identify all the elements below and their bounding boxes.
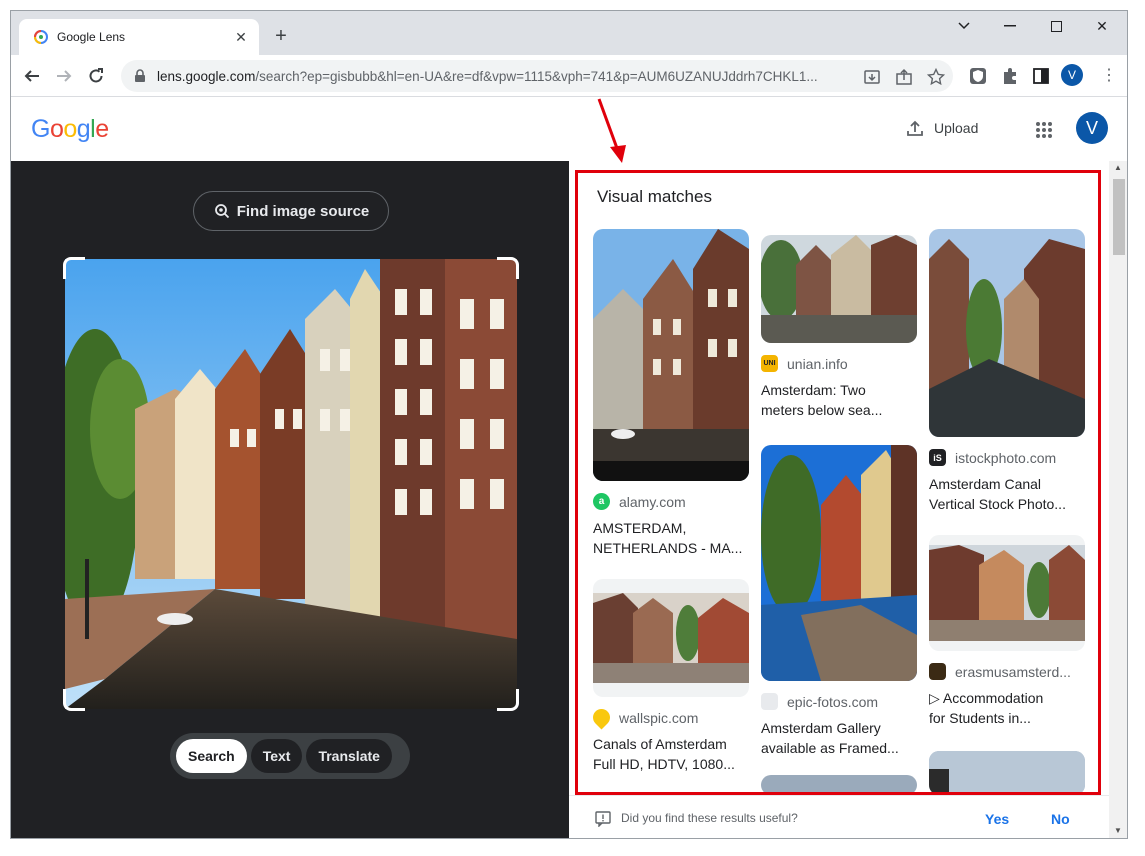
query-image[interactable]	[65, 259, 517, 709]
window-close-icon[interactable]: ✕	[1079, 11, 1125, 41]
alamy-favicon-icon: a	[593, 493, 610, 510]
account-avatar[interactable]: V	[1076, 112, 1108, 144]
mode-text[interactable]: Text	[250, 739, 303, 773]
feedback-bar: Did you find these results useful? Yes N…	[569, 795, 1109, 838]
result-thumbnail[interactable]	[761, 775, 917, 795]
annotation-arrow-icon	[597, 98, 626, 163]
address-bar[interactable]: lens.google.com/search?ep=gisbubb&hl=en-…	[121, 60, 953, 92]
istock-favicon-icon: iS	[929, 449, 946, 466]
result-card[interactable]: wallspic.com Canals of Amsterdam Full HD,…	[589, 579, 749, 774]
tab-close-icon[interactable]: ✕	[233, 29, 249, 46]
crop-handle-top-left[interactable]	[63, 257, 85, 279]
result-card[interactable]: erasmusamsterd... ▷ Accommodation for Stu…	[929, 535, 1085, 728]
result-title[interactable]: AMSTERDAM, NETHERLANDS - MA...	[593, 518, 749, 558]
results-scrollbar[interactable]: ▲ ▼	[1109, 161, 1127, 838]
google-lens-favicon-icon	[34, 30, 48, 44]
lens-mode-switcher: Search Text Translate	[170, 733, 410, 779]
result-thumbnail[interactable]	[929, 535, 1085, 651]
feedback-no-button[interactable]: No	[1051, 811, 1070, 827]
extensions-puzzle-icon[interactable]	[1001, 67, 1019, 85]
browser-toolbar: lens.google.com/search?ep=gisbubb&hl=en-…	[11, 55, 1127, 97]
feedback-icon	[595, 811, 611, 827]
lock-icon	[135, 69, 145, 82]
result-source: iS istockphoto.com	[929, 449, 1085, 466]
browser-menu-icon[interactable]: ⋮	[1101, 65, 1117, 85]
result-thumbnail[interactable]	[761, 235, 917, 343]
google-logo[interactable]: Google	[31, 115, 109, 144]
minimize-icon[interactable]	[987, 11, 1033, 41]
result-title[interactable]: ▷ Accommodation for Students in...	[929, 688, 1085, 728]
browser-window: Google Lens ✕ + ✕ lens.google.com/search…	[10, 10, 1128, 839]
mode-search[interactable]: Search	[176, 739, 247, 773]
crop-handle-top-right[interactable]	[497, 257, 519, 279]
results-panel: Visual matches a alamy.com AMSTERDAM, NE…	[569, 161, 1127, 838]
tab-title: Google Lens	[57, 30, 126, 44]
result-card[interactable]: a alamy.com AMSTERDAM, NETHERLANDS - MA..…	[593, 229, 749, 558]
unian-favicon-icon: UNI	[761, 355, 778, 372]
scrollbar-thumb[interactable]	[1113, 179, 1125, 255]
mode-translate[interactable]: Translate	[306, 739, 392, 773]
result-source: epic-fotos.com	[761, 693, 917, 710]
erasmus-favicon-icon	[929, 663, 946, 680]
upload-icon	[907, 120, 923, 136]
result-title[interactable]: Amsterdam Canal Vertical Stock Photo...	[929, 474, 1085, 514]
forward-button[interactable]	[51, 63, 77, 89]
result-card[interactable]: epic-fotos.com Amsterdam Gallery availabl…	[761, 445, 917, 758]
result-title[interactable]: Canals of Amsterdam Full HD, HDTV, 1080..…	[593, 734, 749, 774]
crop-handle-bottom-left[interactable]	[63, 689, 85, 711]
find-image-source-button[interactable]: Find image source	[193, 191, 389, 231]
epic-fotos-favicon-icon	[761, 693, 778, 710]
share-icon[interactable]	[895, 68, 913, 86]
upload-label: Upload	[934, 120, 979, 136]
url-text: lens.google.com/search?ep=gisbubb&hl=en-…	[157, 68, 818, 84]
result-card[interactable]	[929, 751, 1085, 795]
result-source: wallspic.com	[589, 705, 749, 730]
result-source: a alamy.com	[593, 493, 749, 510]
upload-button[interactable]: Upload	[906, 119, 978, 137]
tab-bar: Google Lens ✕ + ✕	[11, 11, 1127, 55]
result-card[interactable]: UNI unian.info Amsterdam: Two meters belo…	[761, 235, 917, 420]
maximize-icon[interactable]	[1033, 11, 1079, 41]
bookmark-star-icon[interactable]	[927, 68, 945, 86]
result-thumbnail[interactable]	[929, 751, 1085, 795]
result-source: erasmusamsterd...	[929, 663, 1085, 680]
side-panel-icon[interactable]	[1032, 67, 1050, 85]
result-thumbnail[interactable]	[761, 445, 917, 681]
result-card[interactable]	[761, 775, 917, 795]
wallspic-favicon-icon	[589, 705, 614, 730]
find-image-source-label: Find image source	[236, 202, 370, 220]
install-app-icon[interactable]	[863, 68, 881, 86]
result-thumbnail[interactable]	[929, 229, 1085, 437]
google-apps-icon[interactable]	[1035, 121, 1053, 139]
feedback-question: Did you find these results useful?	[621, 811, 798, 825]
visual-matches-heading: Visual matches	[597, 187, 712, 206]
new-tab-button[interactable]: +	[269, 25, 293, 49]
feedback-yes-button[interactable]: Yes	[985, 811, 1009, 827]
result-thumbnail[interactable]	[593, 229, 749, 481]
result-title[interactable]: Amsterdam: Two meters below sea...	[761, 380, 917, 420]
extension-shield-icon[interactable]	[969, 67, 987, 85]
crop-handle-bottom-right[interactable]	[497, 689, 519, 711]
back-button[interactable]	[19, 63, 45, 89]
image-search-icon	[214, 204, 229, 219]
image-panel: Find image source Search Text Translate	[11, 161, 569, 838]
tab-search-icon[interactable]	[941, 11, 987, 41]
profile-avatar[interactable]: V	[1061, 64, 1083, 86]
result-title[interactable]: Amsterdam Gallery available as Framed...	[761, 718, 917, 758]
tab-google-lens[interactable]: Google Lens ✕	[19, 19, 259, 55]
reload-button[interactable]	[83, 63, 109, 89]
lens-header: Google Upload V	[11, 97, 1127, 161]
result-source: UNI unian.info	[761, 355, 917, 372]
result-card[interactable]: iS istockphoto.com Amsterdam Canal Vertic…	[929, 229, 1085, 514]
result-thumbnail[interactable]	[593, 579, 749, 697]
